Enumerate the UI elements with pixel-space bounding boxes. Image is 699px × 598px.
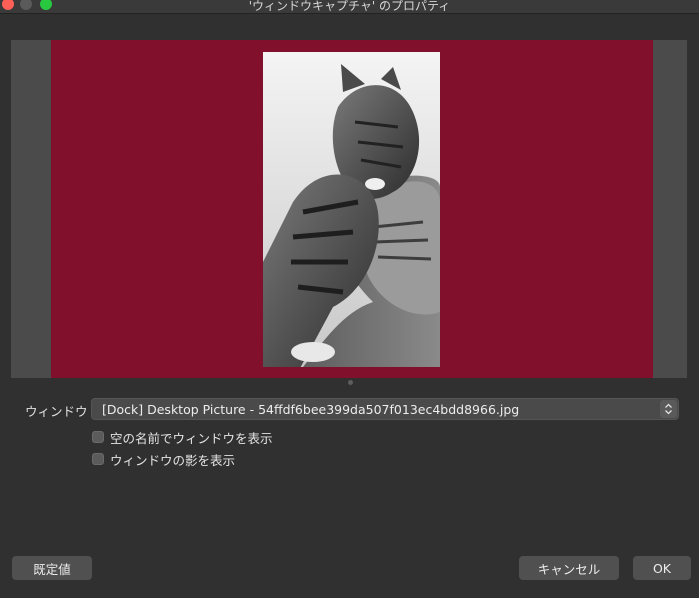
window-field-label: ウィンドウ xyxy=(25,404,88,419)
captured-cat-photo xyxy=(263,52,440,367)
zoom-window-button[interactable] xyxy=(40,0,52,10)
defaults-button[interactable]: 既定値 xyxy=(12,556,92,580)
ok-button[interactable]: OK xyxy=(633,556,691,580)
cancel-button[interactable]: キャンセル xyxy=(519,556,619,580)
show-window-shadow-checkbox[interactable]: ウィンドウの影を表示 xyxy=(92,451,236,468)
preview-splitter-handle[interactable] xyxy=(348,380,353,385)
show-empty-names-checkbox[interactable]: 空の名前でウィンドウを表示 xyxy=(92,429,273,446)
close-window-button[interactable] xyxy=(2,0,14,10)
window-title: 'ウィンドウキャプチャ' のプロパティ xyxy=(248,0,451,13)
checkbox-box[interactable] xyxy=(92,431,104,443)
minimize-window-button[interactable] xyxy=(20,0,32,10)
checkbox-box[interactable] xyxy=(92,453,104,465)
preview-canvas xyxy=(51,40,653,378)
source-preview xyxy=(11,40,687,378)
cat-photo-image xyxy=(263,52,440,367)
window-select[interactable]: [Dock] Desktop Picture - 54ffdf6bee399da… xyxy=(91,398,679,420)
chevron-up-down-icon xyxy=(660,400,677,418)
window-select-value: [Dock] Desktop Picture - 54ffdf6bee399da… xyxy=(102,402,520,417)
show-empty-names-label: 空の名前でウィンドウを表示 xyxy=(110,430,273,446)
show-window-shadow-label: ウィンドウの影を表示 xyxy=(110,452,236,468)
title-bar: 'ウィンドウキャプチャ' のプロパティ xyxy=(0,0,699,14)
